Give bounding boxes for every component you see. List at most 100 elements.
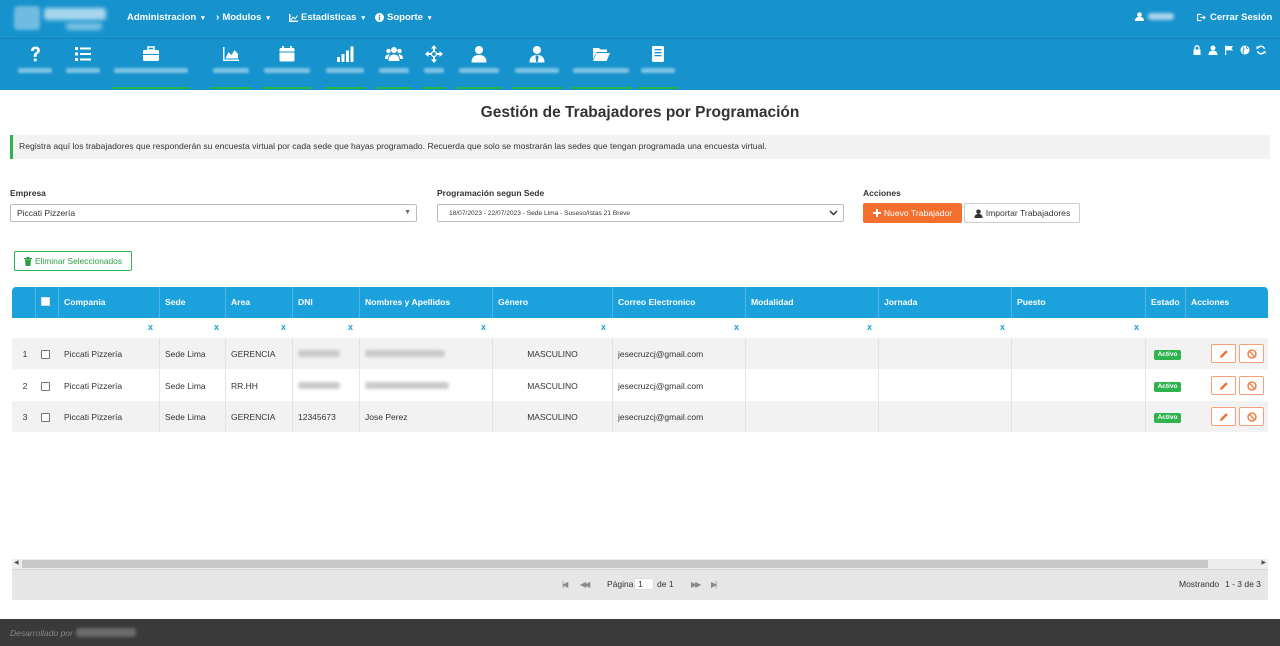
programacion-select[interactable]: 18/07/2023 - 22/07/2023 - Sede Lima - Su… bbox=[437, 204, 844, 222]
tool-puestos[interactable] bbox=[112, 45, 190, 89]
logout-button[interactable]: Cerrar Sesión bbox=[1197, 12, 1272, 23]
redacted-dni bbox=[298, 350, 340, 357]
menu-administracion[interactable]: Administracion ▾ bbox=[127, 12, 205, 23]
header-genero[interactable]: Género bbox=[493, 287, 613, 318]
tool-resultados[interactable] bbox=[210, 45, 252, 89]
horizontal-scrollbar[interactable]: ◀ ▶ bbox=[12, 559, 1268, 569]
tool-areas[interactable] bbox=[422, 45, 446, 89]
tool-documentos[interactable] bbox=[570, 45, 632, 89]
deactivate-button[interactable] bbox=[1239, 376, 1264, 395]
cell-dni: 12345673 bbox=[293, 401, 360, 432]
deactivate-button[interactable] bbox=[1239, 407, 1264, 426]
cell-genero: MASCULINO bbox=[493, 401, 613, 432]
caret-down-icon: ▾ bbox=[427, 14, 432, 22]
grid-pager: |◀ ◀◀ Página 1 de 1 ▶▶ ▶| Mostrando 1 - … bbox=[12, 569, 1268, 600]
last-page-icon[interactable]: ▶| bbox=[711, 580, 717, 589]
page-input[interactable]: 1 bbox=[634, 578, 654, 590]
row-number: 2 bbox=[22, 381, 28, 391]
nuevo-trabajador-button[interactable]: Nuevo Trabajador bbox=[863, 203, 962, 223]
cell-modalidad bbox=[746, 338, 879, 369]
page-of-label: de 1 bbox=[657, 579, 674, 589]
header-modalidad[interactable]: Modalidad bbox=[746, 287, 879, 318]
next-page-icon[interactable]: ▶▶ bbox=[691, 580, 701, 589]
header-rownum bbox=[12, 287, 36, 318]
flag-icon[interactable] bbox=[1224, 45, 1234, 55]
edit-button[interactable] bbox=[1211, 407, 1236, 426]
info-alert: Registra aquí los trabajadores que respo… bbox=[10, 135, 1270, 159]
header-area[interactable]: Area bbox=[226, 287, 293, 318]
header-estado[interactable]: Estado bbox=[1146, 287, 1186, 318]
user-icon bbox=[471, 46, 487, 63]
scrollbar-thumb[interactable] bbox=[22, 560, 1208, 568]
clear-filter-compania[interactable]: x bbox=[148, 322, 153, 332]
user-import-icon bbox=[974, 208, 983, 218]
user-small-icon[interactable] bbox=[1208, 45, 1218, 55]
clear-filter-correo[interactable]: x bbox=[734, 322, 739, 332]
select-all-checkbox[interactable] bbox=[41, 297, 50, 306]
header-nombres[interactable]: Nombres y Apellidos bbox=[360, 287, 493, 318]
refresh-icon[interactable] bbox=[1256, 45, 1266, 55]
brand-logo[interactable] bbox=[14, 4, 108, 34]
empresa-select[interactable]: Piccati Pizzería ▼ bbox=[10, 204, 417, 222]
header-jornada[interactable]: Jornada bbox=[879, 287, 1012, 318]
importar-trabajadores-button[interactable]: Importar Trabajadores bbox=[964, 203, 1080, 223]
clear-filter-genero[interactable]: x bbox=[601, 322, 606, 332]
edit-button[interactable] bbox=[1211, 376, 1236, 395]
cell-jornada bbox=[879, 338, 1012, 369]
menu-modulos[interactable]: › Modulos ▾ bbox=[216, 12, 270, 23]
row-checkbox[interactable] bbox=[41, 382, 50, 391]
empresa-label: Empresa bbox=[10, 188, 46, 198]
globe-icon[interactable] bbox=[1240, 45, 1250, 55]
clear-filter-modalidad[interactable]: x bbox=[867, 322, 872, 332]
cell-area: GERENCIA bbox=[226, 401, 293, 432]
tool-encuestas[interactable] bbox=[64, 45, 102, 85]
tool-trabajadores[interactable] bbox=[456, 45, 502, 89]
eliminar-seleccionados-button[interactable]: Eliminar Seleccionados bbox=[14, 251, 132, 271]
sign-out-icon bbox=[1197, 13, 1206, 22]
plus-icon bbox=[872, 209, 881, 217]
header-correo[interactable]: Correo Electronico bbox=[613, 287, 746, 318]
select-arrow-icon: ▼ bbox=[404, 209, 411, 216]
row-checkbox[interactable] bbox=[41, 413, 50, 422]
menu-soporte[interactable]: Soporte ▾ bbox=[375, 12, 431, 23]
programacion-select-value: 18/07/2023 - 22/07/2023 - Sede Lima - Su… bbox=[449, 210, 631, 217]
table-row[interactable]: 2 Piccati Pizzería Sede Lima RR.HH MASCU… bbox=[12, 370, 1268, 401]
clear-filter-sede[interactable]: x bbox=[214, 322, 219, 332]
clear-filter-area[interactable]: x bbox=[281, 322, 286, 332]
chart-icon bbox=[289, 13, 298, 22]
showing-range: 1 - 3 de 3 bbox=[1225, 579, 1261, 589]
scroll-right-icon[interactable]: ▶ bbox=[1261, 559, 1266, 566]
list-icon bbox=[75, 47, 91, 61]
clear-filter-dni[interactable]: x bbox=[348, 322, 353, 332]
prev-page-icon[interactable]: ◀◀ bbox=[580, 580, 590, 589]
menu-estadisticas[interactable]: Estadisticas ▾ bbox=[289, 12, 365, 23]
tool-ayuda[interactable] bbox=[16, 45, 54, 85]
clear-filter-jornada[interactable]: x bbox=[1000, 322, 1005, 332]
edit-button[interactable] bbox=[1211, 344, 1236, 363]
header-sede[interactable]: Sede bbox=[160, 287, 226, 318]
scroll-left-icon[interactable]: ◀ bbox=[14, 559, 19, 566]
row-checkbox[interactable] bbox=[41, 350, 50, 359]
first-page-icon[interactable]: |◀ bbox=[562, 580, 568, 589]
redacted-dni bbox=[298, 382, 340, 389]
header-compania[interactable]: Compania bbox=[59, 287, 160, 318]
tool-equipos[interactable] bbox=[376, 45, 412, 89]
cell-dni bbox=[293, 338, 360, 369]
deactivate-button[interactable] bbox=[1239, 344, 1264, 363]
footer-author bbox=[76, 628, 136, 637]
header-puesto[interactable]: Puesto bbox=[1012, 287, 1146, 318]
tool-estadisticas[interactable] bbox=[324, 45, 366, 89]
tool-programacion[interactable] bbox=[262, 45, 312, 89]
tool-usuarios[interactable] bbox=[512, 45, 562, 89]
table-row[interactable]: 1 Piccati Pizzería Sede Lima GERENCIA MA… bbox=[12, 338, 1268, 369]
clear-filter-puesto[interactable]: x bbox=[1134, 322, 1139, 332]
header-dni[interactable]: DNI bbox=[293, 287, 360, 318]
clear-filter-nombres[interactable]: x bbox=[481, 322, 486, 332]
area-chart-icon bbox=[223, 47, 239, 61]
tool-manual[interactable] bbox=[638, 45, 678, 89]
table-row[interactable]: 3 Piccati Pizzería Sede Lima GERENCIA 12… bbox=[12, 401, 1268, 432]
chevron-down-icon bbox=[829, 210, 838, 216]
lock-icon[interactable] bbox=[1192, 45, 1202, 55]
cell-modalidad bbox=[746, 370, 879, 401]
user-menu[interactable] bbox=[1135, 12, 1174, 21]
